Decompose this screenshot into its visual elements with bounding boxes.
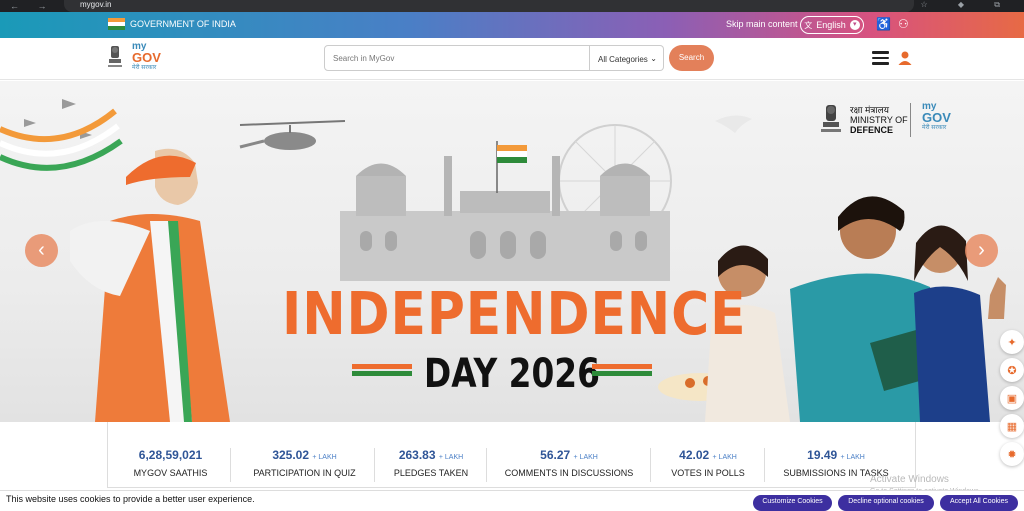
divider <box>764 448 765 482</box>
cookie-banner: This website uses cookies to provide a b… <box>0 490 1024 511</box>
mod-line1: MINISTRY OF <box>850 115 908 125</box>
gov-of-india-label: GOVERNMENT OF INDIA <box>130 19 236 29</box>
browser-toolbar-icons[interactable]: ☆ ◆ ⧉ <box>921 0 1014 10</box>
stat-label: PLEDGES TAKEN <box>393 468 469 478</box>
mygov-logo-small: my GOV मेरी सरकार <box>922 101 951 134</box>
menu-icon[interactable] <box>872 51 889 65</box>
skip-main-content-link[interactable]: Skip main content <box>726 19 798 29</box>
tricolor-decoration <box>592 364 652 378</box>
language-selector[interactable]: 文 English ▾ <box>800 16 864 34</box>
divider <box>230 448 231 482</box>
decline-cookies-button[interactable]: Decline optional cookies <box>838 495 934 511</box>
chevron-down-icon: ▾ <box>849 20 860 30</box>
stat-item: 6,28,59,021 MYGOV SAATHIS <box>108 422 233 488</box>
divider <box>650 448 651 482</box>
stat-label: PARTICIPATION IN QUIZ <box>253 468 356 478</box>
translate-icon: 文 <box>804 20 813 30</box>
browser-bar: ← → ✕ mygov.in ☆ ◆ ⧉ <box>0 0 1024 12</box>
stat-value: 263.83 <box>398 448 436 462</box>
stat-item: 263.83 + LAKH PLEDGES TAKEN <box>376 422 486 488</box>
mygov-logo[interactable]: my GOV मेरी सरकार <box>132 42 172 74</box>
calendar-icon[interactable]: ▦ <box>1000 414 1024 438</box>
logo-gov-text: GOV <box>922 110 951 125</box>
stat-value: 42.02 <box>679 448 710 462</box>
ministry-of-defence-logo: रक्षा मंत्रालय MINISTRY OF DEFENCE my GO… <box>818 101 968 145</box>
stat-unit: + LAKH <box>840 454 865 461</box>
search-button[interactable]: Search <box>669 45 714 71</box>
stat-label: VOTES IN POLLS <box>671 468 745 478</box>
search-input[interactable]: Search in MyGov <box>324 45 590 71</box>
stat-item: 325.02 + LAKH PARTICIPATION IN QUIZ <box>233 422 376 488</box>
carousel-next-button[interactable]: › <box>965 234 998 267</box>
divider <box>910 103 911 137</box>
side-toolbar: ✦ ✪ ▣ ▦ ✹ <box>1000 330 1024 470</box>
stats-panel: 6,28,59,021 MYGOV SAATHIS 325.02 + LAKH … <box>107 422 916 488</box>
star-icon[interactable]: ✪ <box>1000 358 1024 382</box>
stat-item: 56.27 + LAKH COMMENTS IN DISCUSSIONS <box>488 422 650 488</box>
hero-title: INDEPENDENCE <box>282 279 747 348</box>
logo-hindi-text: मेरी सरकार <box>132 65 157 71</box>
category-value: All Categories <box>598 55 648 64</box>
address-bar[interactable]: mygov.in <box>64 0 914 12</box>
stat-item: 42.02 + LAKH VOTES IN POLLS <box>652 422 764 488</box>
india-flag-icon <box>108 18 125 30</box>
user-settings-icon[interactable]: ⚇ <box>898 17 909 31</box>
carousel-prev-button[interactable]: ‹ <box>25 234 58 267</box>
stat-unit: + LAKH <box>312 454 337 461</box>
mod-line2: DEFENCE <box>850 125 894 135</box>
stat-value: 19.49 <box>807 448 838 462</box>
stat-unit: + LAKH <box>712 454 737 461</box>
user-icon[interactable] <box>897 50 913 66</box>
briefcase-icon[interactable]: ▣ <box>1000 386 1024 410</box>
national-emblem-icon <box>821 105 841 132</box>
settings-icon[interactable]: ✹ <box>1000 442 1024 466</box>
stat-value: 56.27 <box>540 448 571 462</box>
sparkle-icon[interactable]: ✦ <box>1000 330 1024 354</box>
stat-value: 325.02 <box>272 448 310 462</box>
accessibility-icon[interactable]: ♿ <box>876 17 891 31</box>
chevron-down-icon: ⌄ <box>650 54 657 63</box>
stat-value: 6,28,59,021 <box>138 448 203 462</box>
stat-unit: + LAKH <box>573 454 598 461</box>
hero-banner[interactable]: रक्षा मंत्रालय MINISTRY OF DEFENCE my GO… <box>0 81 1024 422</box>
customize-cookies-button[interactable]: Customize Cookies <box>753 495 832 511</box>
tricolor-decoration <box>352 364 412 378</box>
stat-unit: + LAKH <box>438 454 464 461</box>
stat-label: MYGOV SAATHIS <box>133 468 208 478</box>
divider <box>374 448 375 482</box>
logo-gov-text: GOV <box>132 50 161 65</box>
language-label: English <box>816 20 846 30</box>
national-emblem-icon <box>108 46 122 67</box>
accept-cookies-button[interactable]: Accept All Cookies <box>940 495 1018 511</box>
cookie-message: This website uses cookies to provide a b… <box>6 494 255 504</box>
mod-hindi-text: रक्षा मंत्रालय <box>850 105 889 115</box>
site-header: my GOV मेरी सरकार Search in MyGov All Ca… <box>0 38 1024 80</box>
watermark-title: Activate Windows <box>870 474 949 485</box>
divider <box>486 448 487 482</box>
mod-label: रक्षा मंत्रालय MINISTRY OF DEFENCE <box>850 105 908 135</box>
hero-subtitle: DAY 2026 <box>424 351 600 397</box>
stat-label: COMMENTS IN DISCUSSIONS <box>504 468 634 478</box>
gov-strip: GOVERNMENT OF INDIA Skip main content 文 … <box>0 12 1024 38</box>
category-select[interactable]: All Categories ⌄ <box>590 45 664 71</box>
